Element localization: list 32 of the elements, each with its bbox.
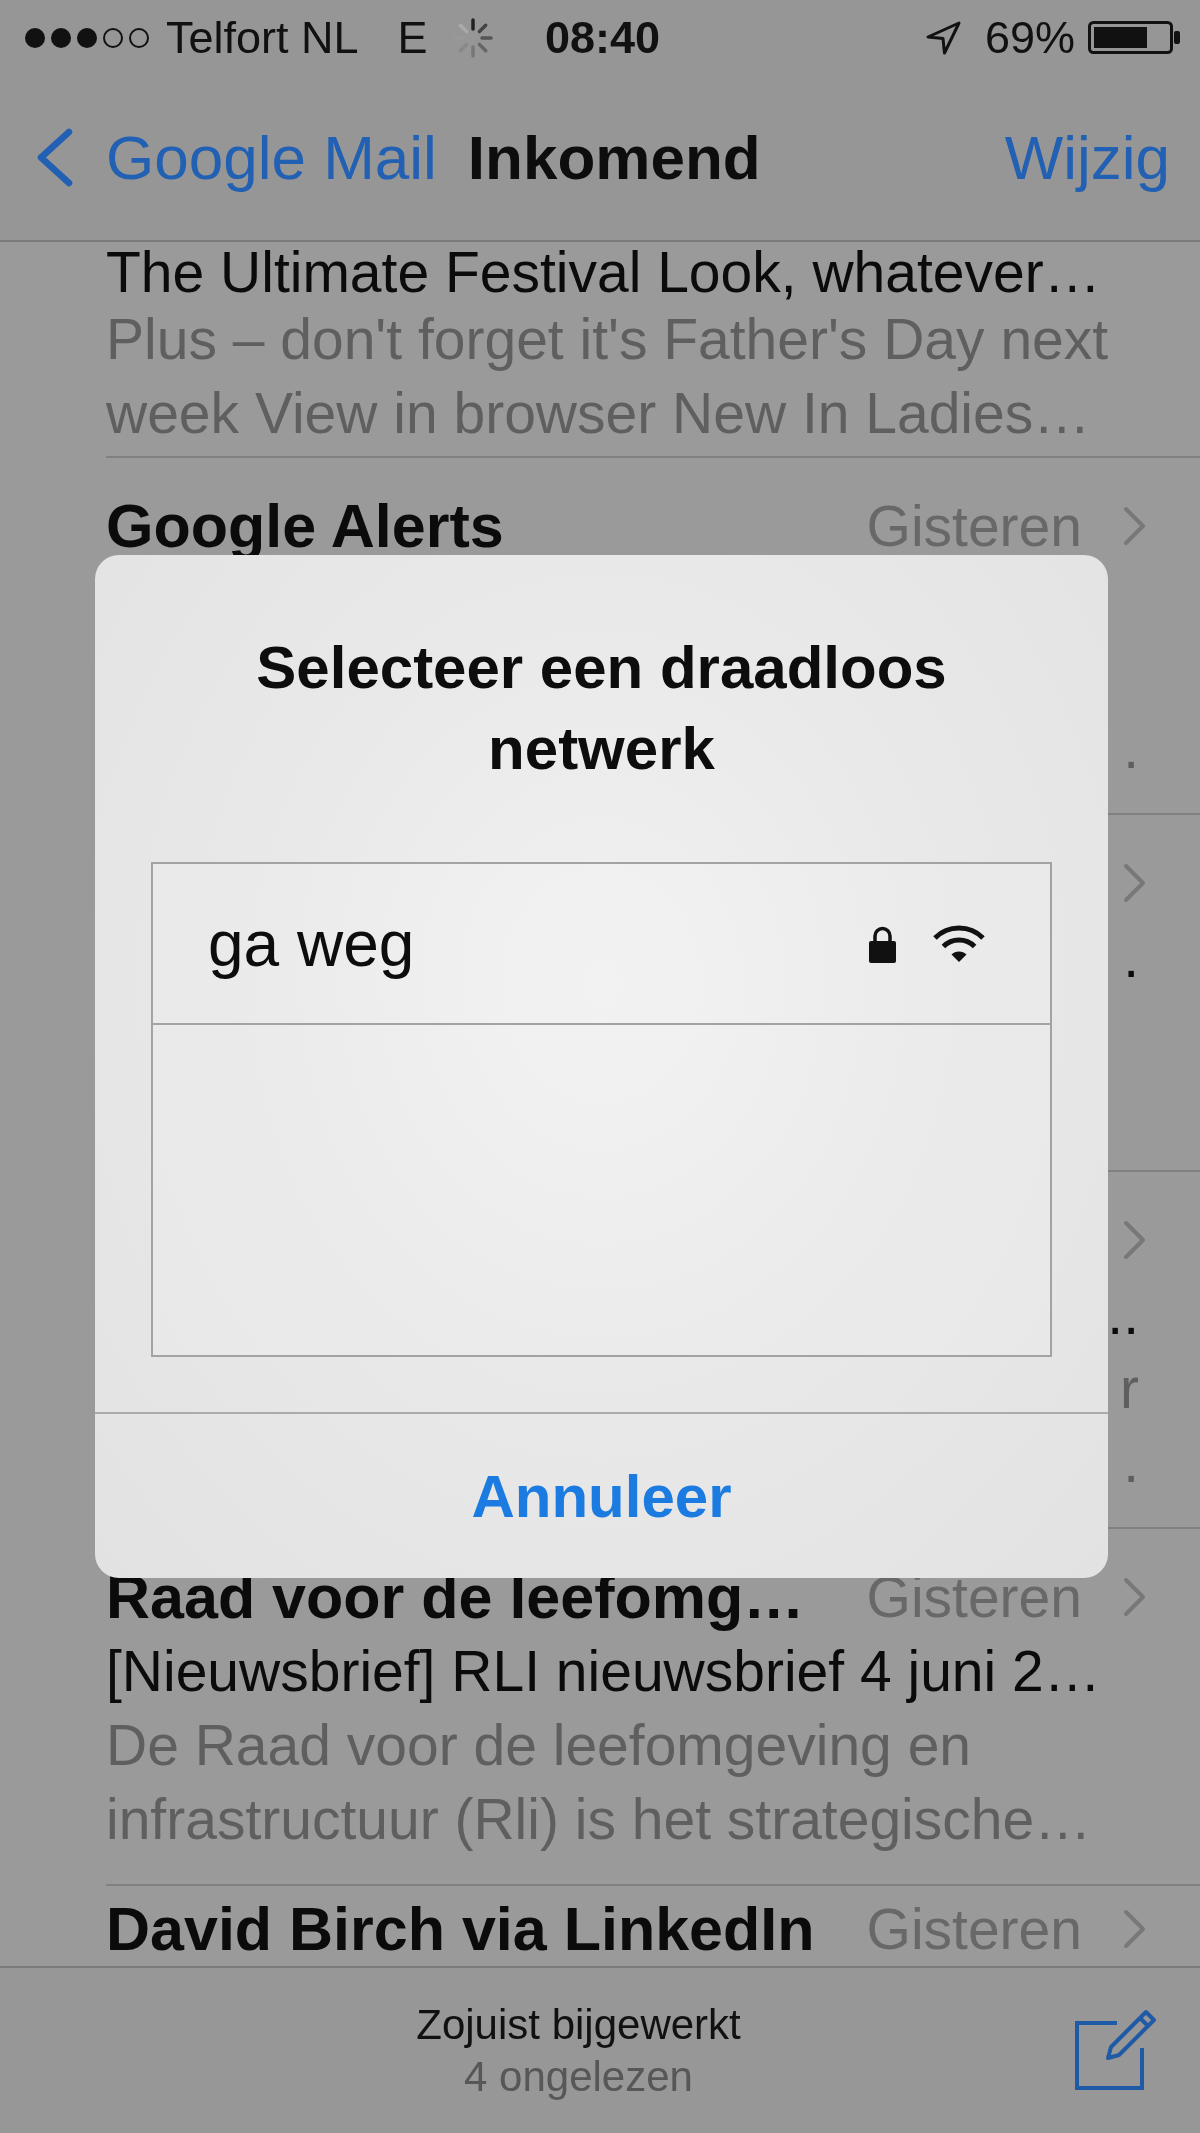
network-item[interactable]: ga weg [153, 864, 1050, 1025]
preview-text: . [1123, 715, 1139, 782]
edit-button[interactable]: Wijzig [1004, 122, 1170, 193]
back-button[interactable]: Google Mail [34, 122, 437, 193]
subject-text: .. [1107, 1281, 1139, 1348]
subject-text: [Nieuwsbrief] RLI nieuwsbrief 4 juni 2… [106, 1638, 1102, 1705]
preview-text: Plus – don't forget it's Father's Day next week View in browser New In Ladies… [106, 306, 1110, 447]
network-type: E [397, 11, 428, 64]
subject-text: The Ultimate Festival Look, whatever… [106, 242, 1102, 302]
chevron-icon [1122, 1220, 1147, 1260]
screen-title: Inkomend [467, 122, 761, 193]
subject-text: . [1123, 924, 1139, 991]
preview-text: . [1123, 1429, 1139, 1496]
clock-time: 08:40 [544, 11, 661, 64]
sender-name: Raad voor de leefomg… [106, 1562, 805, 1633]
preview-text: De Raad voor de leefomgeving en infrastructuur (Rli) is het strategische… [106, 1712, 1093, 1853]
preview-text: r [1120, 1355, 1139, 1422]
sender-name: David Birch via LinkedIn [106, 1894, 815, 1964]
unread-count-text: 4 ongelezen [464, 2051, 693, 2102]
battery-icon [1088, 21, 1181, 54]
chevron-icon [1122, 863, 1147, 903]
sender-name: Google Alerts [106, 491, 504, 562]
signal-strength-icon [24, 26, 150, 49]
chevron-icon [1122, 506, 1147, 546]
carrier-name: Telfort NL [166, 11, 359, 64]
location-arrow-icon [924, 19, 962, 56]
chevron-icon [1122, 1909, 1147, 1949]
dialog-title: Selecteer een draadloos netwerk [255, 633, 948, 784]
wifi-icon [932, 923, 986, 964]
sync-status-text: Zojuist bijgewerkt [416, 1999, 741, 2050]
chevron-icon [1122, 1577, 1147, 1617]
battery-percentage: 69% [984, 11, 1075, 64]
